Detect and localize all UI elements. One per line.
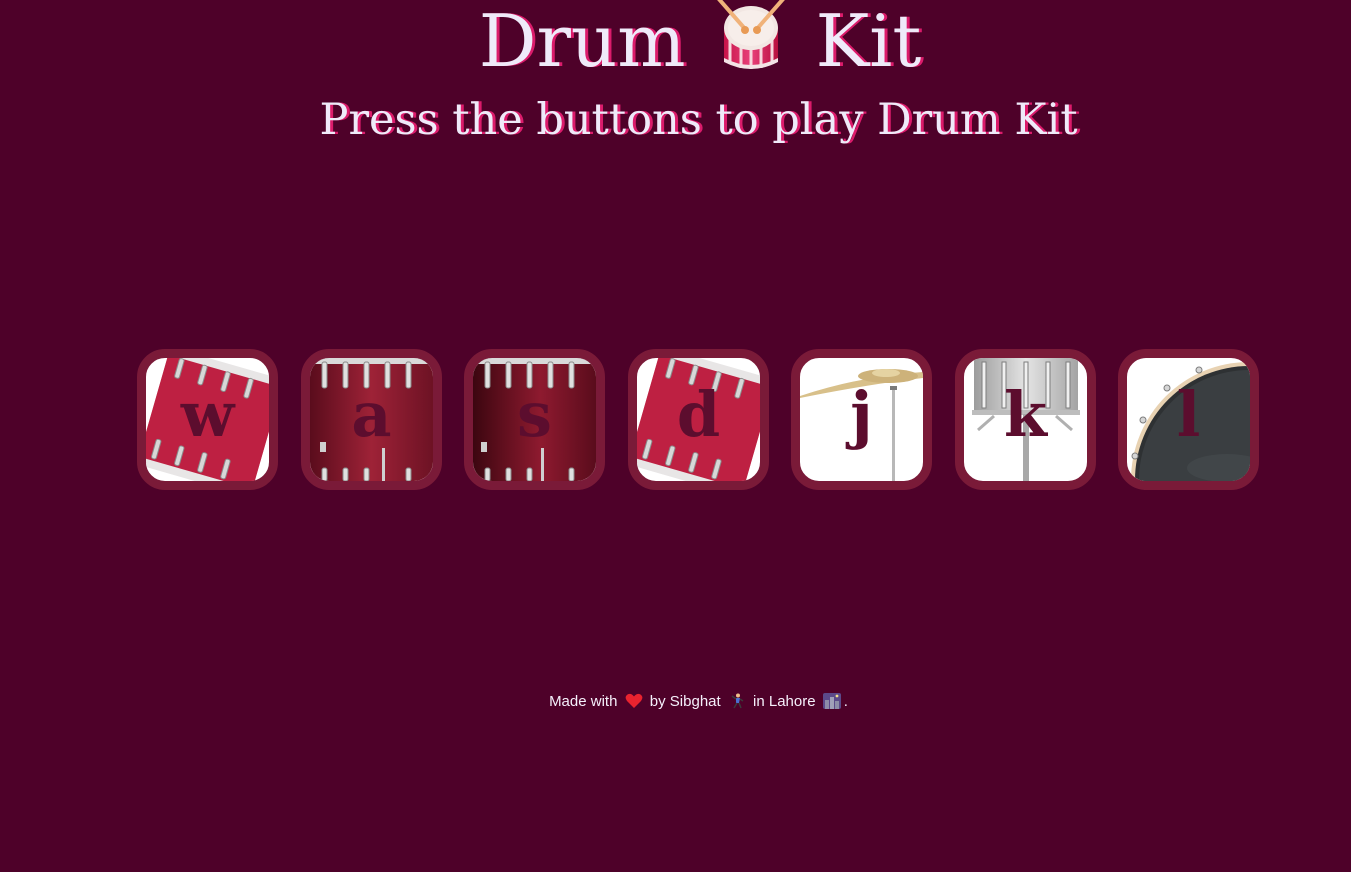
drum-key-label: a <box>351 378 392 451</box>
dancing-man-icon <box>731 693 744 709</box>
drum-button-w[interactable]: w <box>137 349 278 490</box>
drum-key-label: w <box>180 378 235 451</box>
drum-key-label: d <box>676 378 721 451</box>
night-city-icon <box>822 693 841 709</box>
drum-button-s[interactable]: s <box>464 349 605 490</box>
page-title: Drum Kit <box>0 0 1351 86</box>
footer-period: . <box>843 693 848 710</box>
footer-by: by Sibghat <box>649 693 721 710</box>
title-word-kit: Kit <box>815 0 922 83</box>
drum-button-k[interactable]: k <box>955 349 1096 490</box>
drum-button-j[interactable]: j <box>791 349 932 490</box>
red-heart-icon <box>625 693 642 708</box>
footer-made-with: Made with <box>549 693 618 710</box>
drum-button-l[interactable]: l <box>1118 349 1259 490</box>
drum-button-a[interactable]: a <box>301 349 442 490</box>
drum-key-label: s <box>517 378 552 451</box>
footer-in: in Lahore <box>753 693 816 710</box>
drum-key-label: l <box>1176 378 1201 451</box>
drum-set: w a s d j k l <box>137 349 1261 491</box>
drum-button-d[interactable]: d <box>628 349 769 490</box>
drum-key-label: k <box>1004 378 1047 451</box>
drum-emoji-icon <box>716 0 785 69</box>
page-subtitle: Press the buttons to play Drum Kit <box>319 95 1078 145</box>
drum-key-label: j <box>850 378 873 451</box>
title-word-drum: Drum <box>478 0 686 83</box>
footer: Made with by Sibghat in Lahore . <box>0 690 1351 714</box>
